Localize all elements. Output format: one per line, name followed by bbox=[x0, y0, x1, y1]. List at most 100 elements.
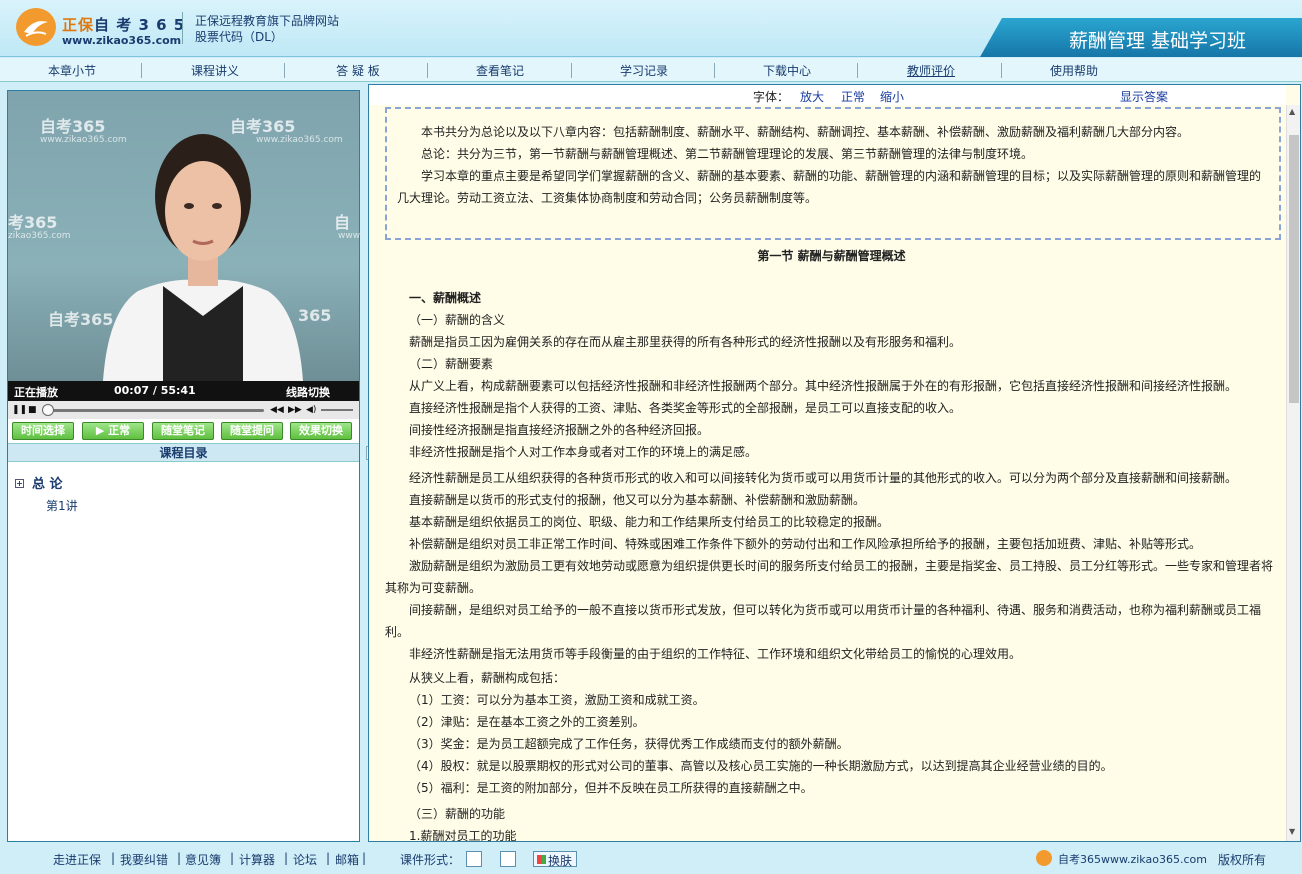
list-item: （2）津贴：是在基本工资之外的工资差别。 bbox=[409, 715, 645, 729]
progress-track[interactable] bbox=[46, 409, 264, 412]
normal-speed-button[interactable]: ▶ 正常 bbox=[82, 422, 144, 440]
list-item: （1）工资：可以分为基本工资，激励工资和成就工资。 bbox=[409, 693, 705, 707]
switch-line-button[interactable]: 线路切换 bbox=[286, 384, 330, 400]
nav-teacher-review[interactable]: 教师评价 bbox=[881, 62, 981, 79]
tagline: 正保远程教育旗下品牌网站 bbox=[195, 14, 340, 28]
intro-paragraph: 学习本章的重点主要是希望同学们掌握薪酬的含义、薪酬的基本要素、薪酬的功能、薪酬管… bbox=[397, 169, 1262, 205]
palette-icon bbox=[537, 855, 546, 864]
rewind-icon[interactable]: ◀◀ bbox=[270, 405, 284, 415]
scroll-thumb[interactable] bbox=[1289, 135, 1299, 403]
class-notes-button[interactable]: 随堂笔记 bbox=[152, 422, 214, 440]
nav-divider bbox=[714, 63, 715, 78]
intro-paragraph: 总论：共分为三节，第一节薪酬与薪酬管理概述、第二节薪酬管理理论的发展、第三节薪酬… bbox=[421, 147, 1034, 161]
nav-divider bbox=[427, 63, 428, 78]
footer-divider: | bbox=[362, 851, 367, 865]
header: 正保自 考 3 6 5 www.zikao365.com 正保远程教育旗下品牌网… bbox=[0, 0, 1302, 57]
font-toolbar: 字体： 放大 正常 缩小 显示答案 bbox=[369, 85, 1286, 105]
paragraph: 间接薪酬，是组织对员工给予的一般不直接以货币形式发放，但可以转化为货币或可以用货… bbox=[385, 603, 1262, 639]
nav-study-record[interactable]: 学习记录 bbox=[594, 62, 694, 79]
text-line: 薪酬是指员工因为雇佣关系的存在而从雇主那里获得的所有各种形式的经济性报酬以及有形… bbox=[409, 335, 962, 349]
course-title: 薪酬管理 基础学习班 bbox=[1068, 30, 1246, 52]
footer-link-calculator[interactable]: 计算器 bbox=[239, 851, 275, 868]
lecture-body: 第一节 薪酬与薪酬管理概述 一、薪酬概述 （一）薪酬的含义 薪酬是指员工因为雇佣… bbox=[385, 245, 1278, 842]
list-item: （4）股权：就是以股票期权的形式对公司的董事、高管以及核心员工实施的一种长期激励… bbox=[409, 759, 1113, 773]
lecturer-image bbox=[103, 134, 303, 381]
volume-icon[interactable]: ◀) bbox=[306, 405, 316, 415]
text-line: 从广义上看，构成薪酬要素可以包括经济性报酬和非经济性报酬两个部分。其中经济性报酬… bbox=[409, 379, 1238, 393]
list-item: （3）奖金：是为员工超额完成了工作任务，获得优秀工作成绩而支付的额外薪酬。 bbox=[409, 737, 849, 751]
watermark: 考365 bbox=[8, 213, 58, 232]
nav-divider bbox=[571, 63, 572, 78]
nav-qa-board[interactable]: 答 疑 板 bbox=[308, 62, 408, 79]
footer-link-forum[interactable]: 论坛 bbox=[293, 851, 317, 868]
paragraph: 经济性薪酬是员工从组织获得的各种货币形式的收入和可以间接转化为货币或可以用货币计… bbox=[409, 471, 1238, 485]
footer-link-correction[interactable]: 我要纠错 bbox=[120, 851, 168, 868]
footer-divider: | bbox=[326, 851, 331, 865]
scroll-up-icon[interactable]: ▲ bbox=[1289, 107, 1295, 116]
effect-switch-button[interactable]: 效果切换 bbox=[290, 422, 352, 440]
paragraph: 直接薪酬是以货币的形式支付的报酬，他又可以分为基本薪酬、补偿薪酬和激励薪酬。 bbox=[409, 493, 866, 507]
heading: （三）薪酬的功能 bbox=[409, 807, 506, 821]
nav-help[interactable]: 使用帮助 bbox=[1024, 62, 1124, 79]
skin-button[interactable]: 换肤 bbox=[533, 851, 577, 868]
progress-knob[interactable] bbox=[42, 404, 54, 416]
logo-icon bbox=[16, 8, 56, 46]
audio-mode-icon[interactable] bbox=[466, 851, 482, 867]
paragraph: 基本薪酬是组织依据员工的岗位、职级、能力和工作结果所支付给员工的比较稳定的报酬。 bbox=[409, 515, 890, 529]
left-panel: 自考365 www.zikao365.com 自考365 www.zikao36… bbox=[7, 90, 360, 842]
section-title: 第一节 薪酬与薪酬管理概述 bbox=[757, 249, 906, 263]
nav-view-notes[interactable]: 查看笔记 bbox=[450, 62, 550, 79]
nav-chapter-summary[interactable]: 本章小节 bbox=[22, 62, 122, 79]
footer-brand[interactable]: 自考365www.zikao365.com bbox=[1058, 851, 1207, 867]
brand-site: www.zikao365.com bbox=[62, 34, 182, 47]
paragraph: 激励薪酬是组织为激励员工更有效地劳动或愿意为组织提供更长时间的服务所支付给员工的… bbox=[385, 559, 1274, 595]
video-status-bar: 正在播放 00:07 / 55:41 线路切换 bbox=[8, 381, 359, 401]
footer-link-about[interactable]: 走进正保 bbox=[53, 851, 101, 868]
paragraph: 非经济性薪酬是指无法用货币等手段衡量的由于组织的工作特征、工作环境和组织文化带给… bbox=[409, 647, 1022, 661]
heading: 一、薪酬概述 bbox=[409, 291, 482, 305]
footer-link-feedback[interactable]: 意见簿 bbox=[185, 851, 221, 868]
video-controls: ❚❚ ■ ◀◀ ▶▶ ◀) bbox=[8, 401, 359, 419]
text-line: （二）薪酬要素 bbox=[409, 357, 494, 371]
layout-mode-icon[interactable] bbox=[500, 851, 516, 867]
list-item: （5）福利：是工资的附加部分，但并不反映在员工所获得的直接薪酬之中。 bbox=[409, 781, 813, 795]
font-bigger-link[interactable]: 放大 bbox=[800, 88, 824, 105]
nav-download[interactable]: 下载中心 bbox=[737, 62, 837, 79]
text-line: 1.薪酬对员工的功能 bbox=[409, 829, 517, 842]
watermark-url: zikao365.com bbox=[8, 231, 71, 241]
font-smaller-link[interactable]: 缩小 bbox=[880, 88, 904, 105]
tree-chapter[interactable]: + 总 论 bbox=[15, 473, 63, 492]
nav-divider bbox=[1001, 63, 1002, 78]
stop-icon[interactable]: ■ bbox=[28, 405, 37, 415]
play-status: 正在播放 bbox=[14, 386, 58, 399]
time-select-button[interactable]: 时间选择 bbox=[12, 422, 74, 440]
brand-name: 正保自 考 3 6 5 bbox=[62, 16, 186, 34]
show-answer-link[interactable]: 显示答案 bbox=[1120, 88, 1168, 105]
scroll-down-icon[interactable]: ▼ bbox=[1289, 827, 1295, 836]
vertical-scrollbar[interactable]: ▲ ▼ bbox=[1286, 105, 1300, 841]
text-line: 间接性经济报酬是指直接经济报酬之外的各种经济回报。 bbox=[409, 423, 710, 437]
nav-course-notes[interactable]: 课程讲义 bbox=[165, 62, 265, 79]
watermark-url: www bbox=[338, 231, 361, 241]
top-nav: 本章小节 课程讲义 答 疑 板 查看笔记 学习记录 下载中心 教师评价 使用帮助 bbox=[0, 58, 1302, 82]
nav-divider bbox=[857, 63, 858, 78]
courseware-form-label: 课件形式： bbox=[400, 853, 461, 867]
copyright-link[interactable]: 版权所有 bbox=[1218, 851, 1266, 868]
catalog-title: 课程目录 bbox=[8, 443, 359, 462]
footer-divider: | bbox=[284, 851, 289, 865]
volume-slider[interactable] bbox=[321, 409, 353, 411]
video-player[interactable]: 自考365 www.zikao365.com 自考365 www.zikao36… bbox=[8, 91, 361, 383]
footer-divider: | bbox=[177, 851, 182, 865]
pause-icon[interactable]: ❚❚ bbox=[12, 405, 27, 415]
intro-paragraph: 本书共分为总论以及以下八章内容：包括薪酬制度、薪酬水平、薪酬结构、薪酬调控、基本… bbox=[421, 125, 1190, 139]
font-normal-link[interactable]: 正常 bbox=[841, 88, 865, 105]
forward-icon[interactable]: ▶▶ bbox=[288, 405, 302, 415]
tree-lecture[interactable]: 第1讲 bbox=[46, 497, 78, 514]
play-time: 00:07 / 55:41 bbox=[114, 384, 196, 397]
class-question-button[interactable]: 随堂提问 bbox=[221, 422, 283, 440]
expand-icon[interactable]: + bbox=[15, 479, 24, 488]
footer-divider: | bbox=[230, 851, 235, 865]
paragraph: 补偿薪酬是组织对员工非正常工作时间、特殊或困难工作条件下额外的劳动付出和工作风险… bbox=[409, 537, 1202, 551]
text-line: （一）薪酬的含义 bbox=[409, 313, 506, 327]
footer-link-mail[interactable]: 邮箱 bbox=[335, 851, 359, 868]
